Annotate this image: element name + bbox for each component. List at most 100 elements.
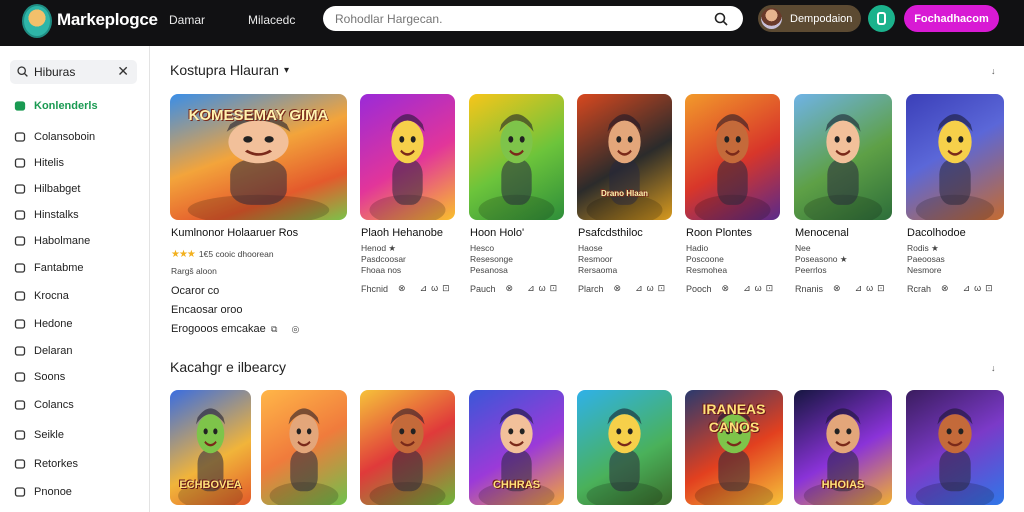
product-card[interactable] (577, 390, 672, 505)
settings-icon[interactable]: ⊗ (398, 283, 406, 293)
product-thumbnail[interactable] (794, 94, 892, 220)
product-card[interactable]: IRANEAS CANOS (685, 390, 783, 505)
product-card[interactable]: Menocenal Nee Poseasono ★ Peerrlos Rnanis ⊗ ⊿ ω… (794, 94, 892, 304)
like-icon[interactable]: ω (647, 283, 654, 293)
product-card[interactable]: HHOIAS (794, 390, 892, 505)
product-card[interactable]: Hoon Holo' Hesco Resesonge Pesanosa Pauch ⊗ ⊿ ω… (469, 94, 564, 304)
sidebar-item[interactable]: Retorkes (14, 455, 78, 473)
bookmark-icon[interactable]: ⊡ (442, 283, 450, 293)
sort-icon[interactable]: ↓ (991, 363, 996, 373)
share-icon[interactable]: ⊿ (635, 283, 643, 293)
settings-icon[interactable]: ⊗ (833, 283, 841, 293)
settings-icon[interactable]: ⊗ (506, 283, 514, 293)
settings-icon[interactable]: ⊗ (614, 283, 622, 293)
product-card[interactable]: ECHBOVEA (170, 390, 251, 505)
sidebar-item-label: Hilbabget (34, 183, 81, 195)
product-title[interactable]: Roon Plontes (686, 227, 752, 239)
product-thumbnail[interactable] (261, 390, 347, 505)
product-card[interactable]: Roon Plontes Hadio Poscoone Resmohea Pooch ⊗ ⊿… (685, 94, 780, 304)
settings-icon[interactable]: ⊗ (722, 283, 730, 293)
share-icon[interactable]: ⊿ (527, 283, 535, 293)
sidebar-item[interactable]: Hinstalks (14, 206, 79, 224)
product-title[interactable]: Kumlnonor Holaaruer Ros (171, 227, 298, 239)
product-thumbnail[interactable]: IRANEAS CANOS (685, 390, 783, 505)
product-title[interactable]: Psafcdsthiloc (578, 227, 643, 239)
brand-name[interactable]: Markeplogce (57, 10, 158, 30)
sidebar-item[interactable]: Soons (14, 368, 65, 386)
product-thumbnail[interactable] (685, 94, 780, 220)
sidebar-item[interactable]: Hilbabget (14, 180, 80, 198)
sidebar-search-input[interactable] (34, 64, 114, 80)
product-card[interactable]: KOMESEMAY GIMA Kumlnonor Holaaruer Ros ★★★… (170, 94, 347, 354)
sidebar-item[interactable]: Hitelis (14, 154, 64, 172)
sidebar-item[interactable]: Fantabme (14, 259, 84, 277)
share-icon[interactable]: ⊿ (743, 283, 751, 293)
product-card[interactable]: CHHRAS (469, 390, 564, 505)
copy-icon[interactable]: ⧉ (271, 324, 277, 335)
sidebar-item-label: Fantabme (34, 262, 84, 274)
like-icon[interactable]: ω (755, 283, 762, 293)
sort-icon[interactable]: ↓ (991, 66, 996, 76)
sidebar-item[interactable]: Colancs (14, 396, 74, 414)
chevron-down-icon[interactable]: ▾ (284, 65, 289, 76)
like-icon[interactable]: ω (539, 283, 546, 293)
sidebar-item[interactable]: Delaran (14, 342, 73, 360)
brand-logo-icon[interactable] (22, 4, 52, 38)
product-thumbnail[interactable]: CHHRAS (469, 390, 564, 505)
share-icon[interactable]: ⊿ (855, 283, 863, 293)
product-thumbnail[interactable]: HHOIAS (794, 390, 892, 505)
settings-icon[interactable]: ⊗ (941, 283, 949, 293)
primary-cta-button[interactable]: Fochadhacom (904, 5, 999, 32)
product-thumbnail[interactable] (360, 390, 455, 505)
product-card[interactable] (906, 390, 1004, 505)
like-icon[interactable]: ω (974, 283, 981, 293)
nav-link-1[interactable]: Damar (169, 13, 205, 27)
bookmark-icon[interactable]: ⊡ (877, 283, 885, 293)
share-icon[interactable]: ⊿ (420, 283, 428, 293)
search-input[interactable] (335, 10, 705, 27)
search-bar[interactable] (323, 6, 743, 31)
product-thumbnail[interactable] (906, 390, 1004, 505)
product-thumbnail[interactable] (360, 94, 455, 220)
sidebar-search[interactable]: ✕ (10, 60, 137, 84)
product-thumbnail[interactable]: Drano Hlaan (577, 94, 672, 220)
product-thumbnail[interactable] (577, 390, 672, 505)
product-card[interactable]: Drano Hlaan Psafcdsthiloc Haose Resmoor Rers… (577, 94, 672, 304)
product-title[interactable]: Dacolhodoe (907, 227, 966, 239)
product-thumbnail[interactable] (469, 94, 564, 220)
product-card[interactable]: Dacolhodoe Rodis ★ Paeoosas Nesmore Rcrah ⊗ ⊿ ω… (906, 94, 1004, 304)
share-icon[interactable]: ⊿ (963, 283, 971, 293)
wallet-icon[interactable] (868, 5, 895, 32)
search-icon[interactable] (713, 11, 729, 27)
view-icon[interactable]: ◎ (291, 324, 299, 335)
close-icon[interactable]: ✕ (117, 63, 129, 80)
product-thumbnail[interactable] (906, 94, 1004, 220)
like-icon[interactable]: ω (866, 283, 873, 293)
card-footer: Fhcnid ⊗ ⊿ ω ⊡ (361, 283, 450, 294)
sidebar-item-label: Hinstalks (34, 209, 79, 221)
nav-link-2[interactable]: Milacedc (248, 13, 295, 27)
sidebar-item[interactable]: Seikle (14, 426, 64, 444)
sidebar-item[interactable]: Colansoboin (14, 128, 95, 146)
sidebar-item[interactable]: Konlenderls (14, 97, 98, 115)
product-card[interactable] (360, 390, 455, 505)
product-title[interactable]: Menocenal (795, 227, 849, 239)
sidebar-item[interactable]: Hedone (14, 315, 73, 333)
sidebar-item[interactable]: Krocna (14, 287, 69, 305)
like-icon[interactable]: ω (431, 283, 438, 293)
bookmark-icon[interactable]: ⊡ (550, 283, 558, 293)
product-card[interactable] (261, 390, 347, 505)
user-profile-button[interactable]: Dempodaion (758, 5, 861, 32)
product-title[interactable]: Plaoh Hehanobe (361, 227, 443, 239)
product-thumbnail[interactable]: ECHBOVEA (170, 390, 251, 505)
bookmark-icon[interactable]: ⊡ (985, 283, 993, 293)
sidebar-item[interactable]: Pnonoe (14, 483, 72, 501)
section-title-2[interactable]: Kacahgr e ilbearcy (170, 359, 286, 375)
product-card[interactable]: Plaoh Hehanobe Henod ★ Pasdcoosar Fhoaa nos… (360, 94, 455, 304)
product-thumbnail[interactable]: KOMESEMAY GIMA (170, 94, 347, 220)
bookmark-icon[interactable]: ⊡ (658, 283, 666, 293)
section-title-1[interactable]: Kostupra Hlauran ▾ (170, 62, 289, 78)
bookmark-icon[interactable]: ⊡ (766, 283, 774, 293)
product-title[interactable]: Hoon Holo' (470, 227, 524, 239)
sidebar-item[interactable]: Habolmane (14, 232, 90, 250)
